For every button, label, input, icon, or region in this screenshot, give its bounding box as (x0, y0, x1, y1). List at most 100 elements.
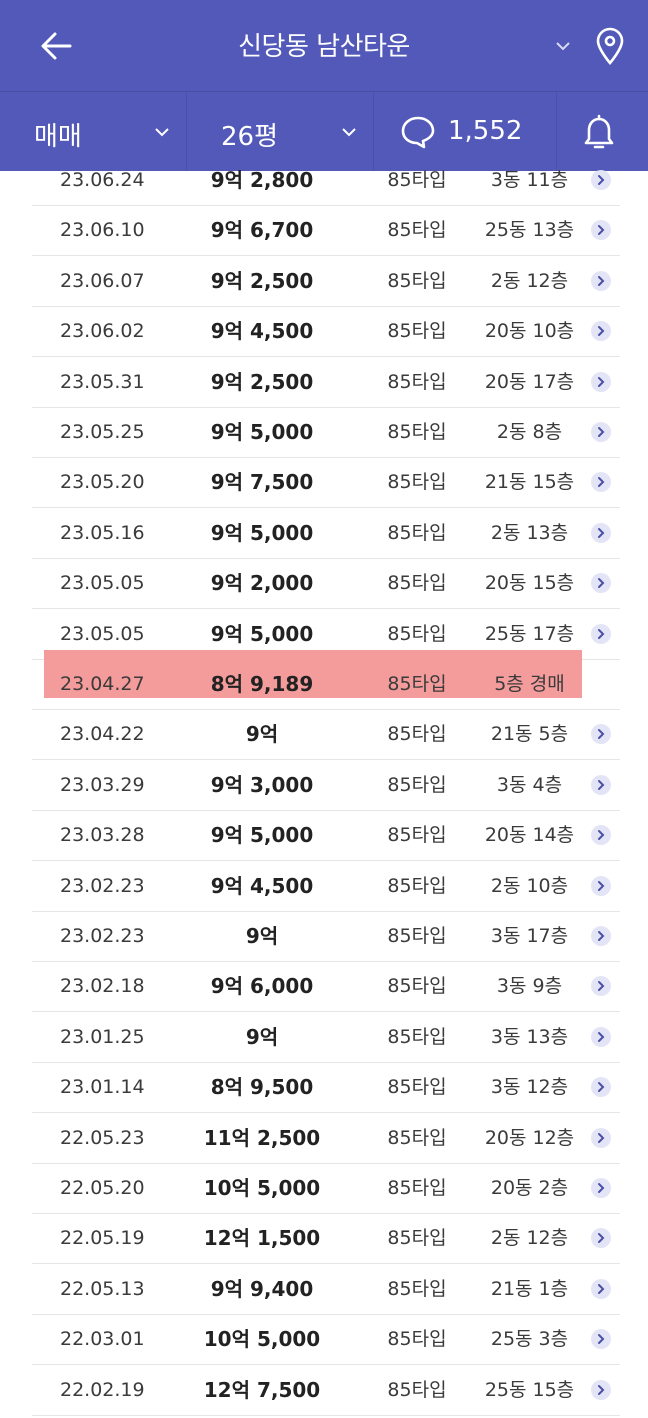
transaction-row[interactable]: 23.03.29 9억 3,000 85타입 3동 4층 (32, 760, 620, 811)
transaction-row[interactable]: 22.05.20 10억 5,000 85타입 20동 2층 (32, 1163, 620, 1214)
row-detail-button[interactable] (591, 220, 611, 241)
transaction-type: 85타입 (387, 673, 447, 695)
transaction-price: 9억 5,000 (210, 823, 314, 848)
chevron-right-icon (598, 326, 605, 337)
transaction-date: 23.03.29 (60, 773, 145, 796)
transaction-row[interactable]: 23.05.31 9억 2,500 85타입 20동 17층 (32, 357, 620, 408)
transaction-row[interactable]: 23.02.18 9억 6,000 85타입 3동 9층 (32, 961, 620, 1013)
transaction-location: 2동 8층 (496, 421, 563, 443)
chevron-right-icon (598, 225, 605, 236)
transaction-type: 85타입 (387, 471, 447, 494)
transaction-row[interactable]: 22.03.01 10억 5,000 85타입 25동 3층 (32, 1314, 620, 1366)
transaction-row[interactable]: 22.05.13 9억 9,400 85타입 21동 1층 (32, 1264, 620, 1315)
transaction-location: 3동 11층 (490, 170, 569, 191)
transaction-row[interactable]: 23.06.24 9억 2,800 85타입 3동 11층 (32, 170, 620, 206)
row-detail-button[interactable] (591, 1178, 611, 1198)
row-detail-button[interactable] (591, 1329, 611, 1350)
row-detail-button[interactable] (591, 1077, 611, 1098)
transaction-row[interactable]: 23.05.05 9억 2,000 85타입 20동 15층 (32, 558, 620, 610)
area-dropdown[interactable]: 26평 (187, 92, 374, 171)
transaction-type: 85타입 (387, 1277, 447, 1300)
transaction-row[interactable]: 22.05.23 11억 2,500 85타입 20동 12층 (32, 1113, 620, 1164)
transaction-date: 22.05.20 (60, 1177, 145, 1199)
row-detail-button[interactable] (591, 825, 611, 846)
transaction-date: 23.05.05 (60, 572, 145, 595)
transaction-price: 9억 2,800 (210, 170, 314, 192)
transaction-row[interactable]: 23.05.16 9억 5,000 85타입 2동 13층 (32, 508, 620, 559)
transaction-date: 22.02.19 (60, 1378, 145, 1401)
row-detail-button[interactable] (591, 422, 611, 442)
transaction-row[interactable]: 23.06.02 9억 4,500 85타입 20동 10층 (32, 306, 620, 358)
transaction-price: 9억 4,500 (210, 319, 314, 344)
chevron-right-icon (598, 981, 605, 992)
transaction-date: 22.05.19 (60, 1227, 145, 1250)
transaction-location: 20동 17층 (484, 370, 575, 393)
transaction-type: 85타입 (387, 1177, 447, 1199)
transaction-date: 23.05.25 (60, 421, 145, 443)
transaction-list[interactable]: 23.06.24 9억 2,800 85타입 3동 11층 23.06.10 9억 6,7… (0, 170, 648, 1418)
transaction-date: 22.05.13 (60, 1277, 145, 1300)
trade-type-label: 매매 (34, 122, 82, 152)
row-detail-button[interactable] (591, 1278, 611, 1299)
row-detail-button[interactable] (591, 1379, 611, 1400)
transaction-row[interactable]: 23.01.14 8억 9,500 85타입 3동 12층 (32, 1062, 620, 1114)
comment-count: 1,552 (448, 116, 523, 146)
transaction-type: 85타입 (387, 1126, 447, 1149)
transaction-row[interactable]: 22.05.19 12억 1,500 85타입 2동 12층 (32, 1213, 620, 1265)
transaction-type: 85타입 (387, 874, 447, 897)
chevron-right-icon (598, 729, 605, 740)
chevron-right-icon (598, 1183, 605, 1193)
transaction-date: 23.01.14 (60, 1076, 145, 1099)
chevron-right-icon (598, 1132, 605, 1143)
transaction-type: 85타입 (387, 1378, 447, 1401)
transaction-date: 23.06.02 (60, 320, 145, 343)
transaction-date: 22.03.01 (60, 1328, 145, 1351)
row-detail-button[interactable] (591, 976, 611, 997)
row-detail-button[interactable] (591, 270, 611, 291)
highlighted-transaction-row[interactable]: 23.04.27 8억 9,189 85타입 5층 경매 (32, 650, 620, 710)
transaction-row[interactable]: 23.01.25 9억 85타입 3동 13층 (32, 1012, 620, 1063)
transaction-location: 20동 10층 (484, 320, 575, 343)
transaction-row[interactable]: 23.02.23 9억 85타입 3동 17층 (32, 911, 620, 962)
row-detail-button[interactable] (591, 875, 611, 896)
chevron-right-icon (598, 477, 605, 488)
chevron-right-icon (598, 628, 605, 639)
chevron-down-icon (155, 128, 169, 137)
row-detail-button[interactable] (591, 170, 611, 190)
transaction-row[interactable]: 23.03.28 9억 5,000 85타입 20동 14층 (32, 810, 620, 862)
transaction-type: 85타입 (387, 421, 447, 443)
row-detail-button[interactable] (591, 321, 611, 342)
transaction-row[interactable]: 23.05.25 9억 5,000 85타입 2동 8층 (32, 407, 620, 458)
row-detail-button[interactable] (591, 522, 611, 543)
transaction-date: 23.05.16 (60, 521, 145, 544)
transaction-row[interactable]: 23.06.07 9억 2,500 85타입 2동 12층 (32, 256, 620, 307)
row-detail-button[interactable] (591, 926, 611, 946)
alarm-button[interactable] (557, 92, 648, 171)
row-detail-button[interactable] (591, 1026, 611, 1047)
transaction-type: 85타입 (387, 773, 447, 796)
transaction-location: 3동 17층 (490, 925, 569, 947)
row-detail-button[interactable] (591, 623, 611, 644)
row-detail-button[interactable] (591, 573, 611, 594)
transaction-type: 85타입 (387, 572, 447, 595)
trade-type-dropdown[interactable]: 매매 (0, 92, 187, 171)
row-detail-button[interactable] (591, 1127, 611, 1148)
chevron-right-icon (598, 427, 605, 437)
row-detail-button[interactable] (591, 774, 611, 795)
chevron-right-icon (598, 1334, 605, 1345)
transaction-row[interactable]: 22.02.19 12억 7,500 85타입 25동 15층 (32, 1365, 620, 1416)
transaction-row[interactable]: 23.06.10 9억 6,700 85타입 25동 13층 (32, 205, 620, 257)
location-button[interactable] (592, 26, 628, 66)
transaction-row[interactable]: 23.05.20 9억 7,500 85타입 21동 15층 (32, 457, 620, 509)
complex-dropdown-button[interactable] (553, 36, 573, 56)
row-detail-button[interactable] (591, 472, 611, 493)
row-detail-button[interactable] (591, 1228, 611, 1249)
transaction-location: 25동 15층 (484, 1378, 575, 1401)
transaction-date: 23.02.23 (60, 925, 145, 947)
transaction-row[interactable]: 23.04.22 9억 85타입 21동 5층 (32, 709, 620, 761)
transaction-price: 10억 5,000 (203, 1327, 321, 1352)
comments-button[interactable]: 1,552 (374, 92, 557, 171)
row-detail-button[interactable] (591, 371, 611, 392)
row-detail-button[interactable] (591, 724, 611, 745)
transaction-row[interactable]: 23.02.23 9억 4,500 85타입 2동 10층 (32, 861, 620, 912)
